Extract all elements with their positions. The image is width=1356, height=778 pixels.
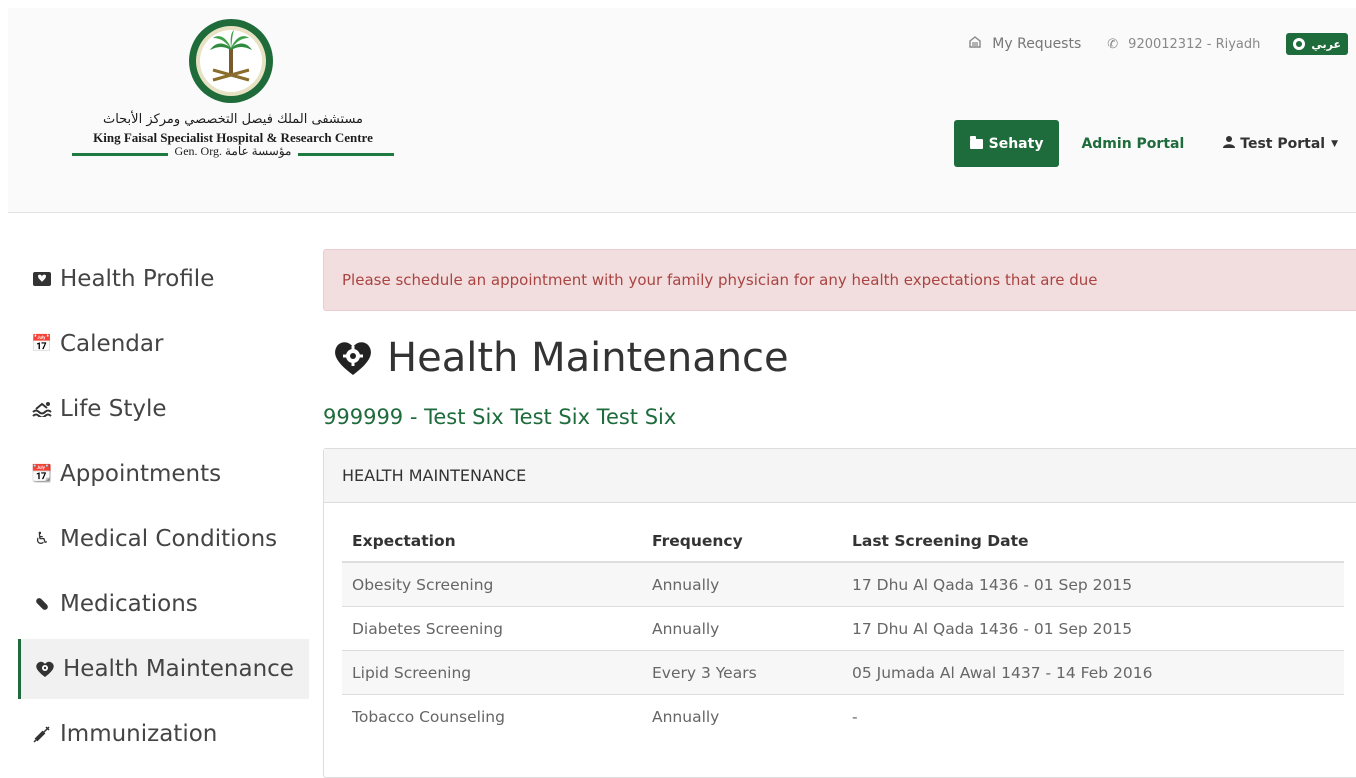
cell-expectation: Obesity Screening — [342, 562, 642, 607]
sidebar-item-label: Health Profile — [60, 266, 215, 292]
sidebar-item-immunization[interactable]: Immunization — [18, 704, 306, 764]
cell-expectation: Diabetes Screening — [342, 606, 642, 651]
cell-frequency: Every 3 Years — [642, 650, 842, 695]
top-links: My Requests ✆ 920012312 - Riyadh عربي — [968, 33, 1348, 55]
logo-arabic-name: مستشفى الملك فيصل التخصصي ومركز الأبحاث — [102, 112, 364, 127]
sidebar-item-medical-conditions[interactable]: ♿ Medical Conditions — [18, 509, 306, 569]
table-row: Lipid Screening Every 3 Years 05 Jumada … — [342, 650, 1344, 695]
panel-heading: HEALTH MAINTENANCE — [324, 449, 1356, 503]
logo-rule-left — [72, 153, 168, 156]
cell-last-screening-date: 05 Jumada Al Awal 1437 - 14 Feb 2016 — [842, 650, 1344, 695]
cell-frequency: Annually — [642, 562, 842, 607]
globe-icon — [1293, 38, 1306, 50]
logo-gen-org-text: Gen. Org. مؤسسة عامة — [174, 144, 292, 158]
cell-expectation: Tobacco Counseling — [352, 707, 505, 726]
heart-gear-icon — [335, 342, 371, 375]
language-toggle-button[interactable]: عربي — [1286, 33, 1348, 55]
page-title: Health Maintenance — [333, 335, 789, 381]
sidebar-item-medications[interactable]: Medications — [18, 574, 306, 634]
calendar-clock-icon: 📆 — [31, 464, 53, 484]
my-requests-link[interactable]: My Requests — [968, 35, 1081, 53]
phone-link[interactable]: ✆ 920012312 - Riyadh — [1107, 37, 1260, 52]
user-menu-dropdown[interactable]: Test Portal ▼ — [1222, 135, 1338, 152]
column-header-expectation: Expectation — [342, 521, 642, 563]
cell-frequency: Annually — [652, 707, 720, 726]
due-expectations-alert: Please schedule an appointment with your… — [323, 249, 1356, 311]
cell-frequency: Annually — [642, 606, 842, 651]
sidebar-item-calendar[interactable]: 📅 Calendar — [18, 314, 306, 374]
column-header-frequency: Frequency — [642, 521, 842, 563]
sidebar-item-label: Health Maintenance — [63, 656, 294, 682]
page-title-text: Health Maintenance — [387, 335, 789, 381]
sidebar-item-health-maintenance[interactable]: Health Maintenance — [18, 639, 309, 699]
calendar-icon: 📅 — [31, 334, 53, 354]
phone-icon: ✆ — [1107, 36, 1119, 52]
logo-gen-org: Gen. Org. مؤسسة عامة — [72, 144, 394, 162]
sidebar-item-label: Medical Conditions — [60, 526, 278, 552]
sidebar-item-life-style[interactable]: Life Style — [18, 379, 306, 439]
sidebar-item-label: Life Style — [60, 396, 167, 422]
sehaty-button[interactable]: Sehaty — [953, 120, 1060, 167]
hospital-logo[interactable]: مستشفى الملك فيصل التخصصي ومركز الأبحاث … — [72, 18, 394, 178]
table-row: Diabetes Screening Annually 17 Dhu Al Qa… — [342, 606, 1344, 651]
id-card-icon — [30, 271, 54, 287]
emblem-icon — [189, 19, 273, 103]
wheelchair-icon: ♿ — [34, 529, 50, 549]
cell-expectation: Lipid Screening — [342, 650, 642, 695]
my-requests-label: My Requests — [992, 36, 1082, 52]
sidebar-item-label: Medications — [60, 591, 198, 617]
requests-icon — [968, 35, 982, 53]
folder-icon — [969, 135, 983, 149]
language-label: عربي — [1311, 37, 1341, 51]
syringe-icon — [30, 725, 54, 743]
health-maintenance-table: Expectation Frequency Last Screening Dat… — [342, 521, 1344, 738]
table-row: Obesity Screening Annually 17 Dhu Al Qad… — [342, 562, 1344, 607]
patient-identifier: 999999 - Test Six Test Six Test Six — [323, 405, 677, 429]
site-header: مستشفى الملك فيصل التخصصي ومركز الأبحاث … — [8, 8, 1356, 213]
main-nav: Sehaty Admin Portal Test Portal ▼ — [953, 120, 1338, 167]
logo-rule-right — [298, 153, 394, 156]
table-header-row: Expectation Frequency Last Screening Dat… — [342, 521, 1344, 563]
sidebar-item-appointments[interactable]: 📆 Appointments — [18, 444, 306, 504]
chevron-down-icon: ▼ — [1331, 138, 1338, 149]
phone-number: 920012312 - Riyadh — [1128, 36, 1261, 52]
user-icon — [1222, 135, 1236, 152]
sidebar-item-label: Immunization — [60, 721, 218, 747]
pill-icon — [30, 595, 54, 613]
health-maintenance-panel: HEALTH MAINTENANCE Expectation Frequency… — [323, 448, 1356, 778]
sehaty-label: Sehaty — [988, 135, 1044, 152]
cell-last-screening-date: - — [852, 707, 858, 726]
cell-last-screening-date: 17 Dhu Al Qada 1436 - 01 Sep 2015 — [842, 562, 1344, 607]
heart-gear-icon — [33, 660, 57, 678]
sidebar-item-label: Appointments — [60, 461, 222, 487]
sidebar-item-health-profile[interactable]: Health Profile — [18, 249, 306, 309]
swimming-icon — [30, 401, 54, 417]
sidebar-item-label: Calendar — [60, 331, 164, 357]
cell-last-screening-date: 17 Dhu Al Qada 1436 - 01 Sep 2015 — [842, 606, 1344, 651]
column-header-last-screening-date: Last Screening Date — [842, 521, 1344, 563]
table-row: Tobacco Counseling Annually - — [342, 695, 1344, 739]
user-menu-label: Test Portal — [1240, 135, 1326, 152]
admin-portal-link[interactable]: Admin Portal — [1081, 136, 1184, 152]
